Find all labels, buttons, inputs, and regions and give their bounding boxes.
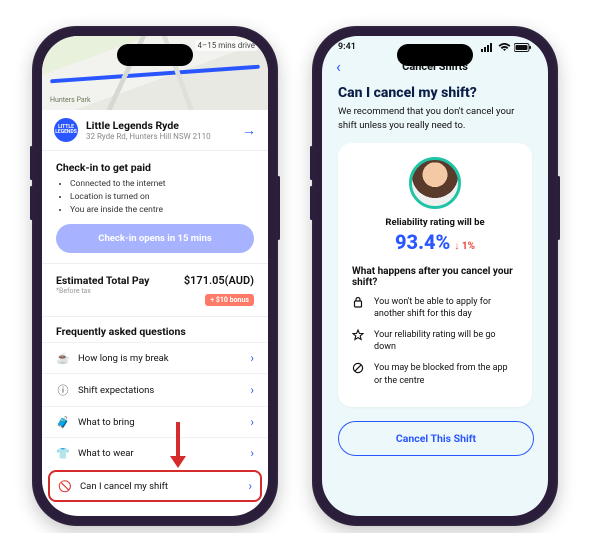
faq-item-bring[interactable]: 🧳 What to bring › — [42, 406, 268, 437]
ban-icon: 🚫 — [58, 480, 72, 493]
checkin-bullet: You are inside the centre — [70, 204, 254, 217]
phone-right: 9:41 ‹ Cancel Shifts Can I cancel my shi… — [312, 26, 558, 526]
consequence-text: You won't be able to apply for another s… — [374, 296, 518, 321]
rating-value-number: 93.4% — [395, 230, 450, 254]
checkin-bullet: Location is turned on — [70, 191, 254, 204]
faq-item-label: Can I cancel my shift — [80, 481, 168, 492]
place-logo: LITTLE LEGENDS — [54, 118, 78, 142]
checkin-title: Check-in to get paid — [56, 161, 254, 174]
info-icon: ⓘ — [56, 382, 70, 398]
page-subtext: We recommend that you don't cancel your … — [338, 105, 532, 133]
checkin-bullet: Connected to the internet — [70, 178, 254, 191]
reliability-card: Reliability rating will be 93.4% ↓ 1% Wha… — [338, 143, 532, 408]
faq-item-cancel-shift[interactable]: 🚫 Can I cancel my shift › — [48, 470, 262, 502]
rating-value: 93.4% ↓ 1% — [352, 230, 518, 254]
page-question: Can I cancel my shift? — [338, 85, 532, 101]
notch — [397, 44, 473, 66]
pay-amount: $171.05(AUD) — [184, 274, 254, 287]
drive-eta: 4–15 mins drive — [195, 40, 258, 51]
checkin-bullets: Connected to the internet Location is tu… — [56, 178, 254, 216]
faq-title: Frequently asked questions — [42, 317, 268, 342]
status-time: 9:41 — [338, 42, 356, 52]
checkin-button[interactable]: Check-in opens in 15 mins — [56, 224, 254, 253]
pay-label: Estimated Total Pay — [56, 274, 149, 287]
rating-delta: ↓ 1% — [454, 241, 475, 252]
bag-icon: 🧳 — [56, 416, 70, 429]
shirt-icon: 👕 — [56, 447, 70, 460]
park-label: Hunters Park — [50, 96, 91, 104]
back-button[interactable]: ‹ — [336, 57, 341, 76]
pay-section: Estimated Total Pay *Before tax $171.05(… — [42, 264, 268, 317]
chevron-right-icon: › — [250, 351, 254, 365]
lock-icon — [352, 296, 366, 321]
star-icon — [352, 329, 366, 354]
chevron-right-icon: › — [250, 446, 254, 460]
faq-item-wear[interactable]: 👕 What to wear › — [42, 437, 268, 468]
chevron-right-icon: › — [250, 383, 254, 397]
faq-item-break[interactable]: ☕ How long is my break › — [42, 342, 268, 373]
coffee-icon: ☕ — [56, 352, 70, 365]
signal-icon — [481, 43, 495, 52]
avatar — [409, 157, 461, 209]
ban-icon — [352, 362, 366, 387]
consequence-text: Your reliability rating will be go down — [374, 329, 518, 354]
faq-item-label: What to wear — [78, 448, 134, 459]
notch — [117, 44, 193, 66]
faq-section: Frequently asked questions ☕ How long is… — [42, 317, 268, 516]
phone-left: 4–15 mins drive Hunters Park LITTLE LEGE… — [32, 26, 278, 526]
pay-note: *Before tax — [56, 287, 149, 295]
consequences-title: What happens after you cancel your shift… — [352, 266, 518, 288]
place-address: 32 Ryde Rd, Hunters Hill NSW 2110 — [86, 132, 211, 141]
place-row[interactable]: LITTLE LEGENDS Little Legends Ryde 32 Ry… — [42, 110, 268, 151]
checkin-section: Check-in to get paid Connected to the in… — [42, 151, 268, 264]
battery-icon — [514, 43, 532, 52]
cancel-shift-button[interactable]: Cancel This Shift — [338, 421, 534, 456]
rating-label: Reliability rating will be — [352, 217, 518, 228]
faq-item-label: How long is my break — [78, 353, 169, 364]
consequence-item: Your reliability rating will be go down — [352, 329, 518, 354]
arrow-right-icon: → — [242, 122, 256, 139]
pay-bonus-badge: + $10 bonus — [205, 294, 254, 306]
faq-item-expectations[interactable]: ⓘ Shift expectations › — [42, 373, 268, 406]
consequence-text: You may be blocked from the app or the c… — [374, 362, 518, 387]
faq-item-label: What to bring — [78, 417, 135, 428]
faq-item-label: Shift expectations — [78, 385, 154, 396]
chevron-right-icon: › — [248, 479, 252, 493]
chevron-right-icon: › — [250, 415, 254, 429]
annotation-arrow-icon — [170, 422, 186, 468]
wifi-icon — [498, 43, 511, 52]
place-name: Little Legends Ryde — [86, 119, 211, 132]
consequence-item: You may be blocked from the app or the c… — [352, 362, 518, 387]
consequence-item: You won't be able to apply for another s… — [352, 296, 518, 321]
